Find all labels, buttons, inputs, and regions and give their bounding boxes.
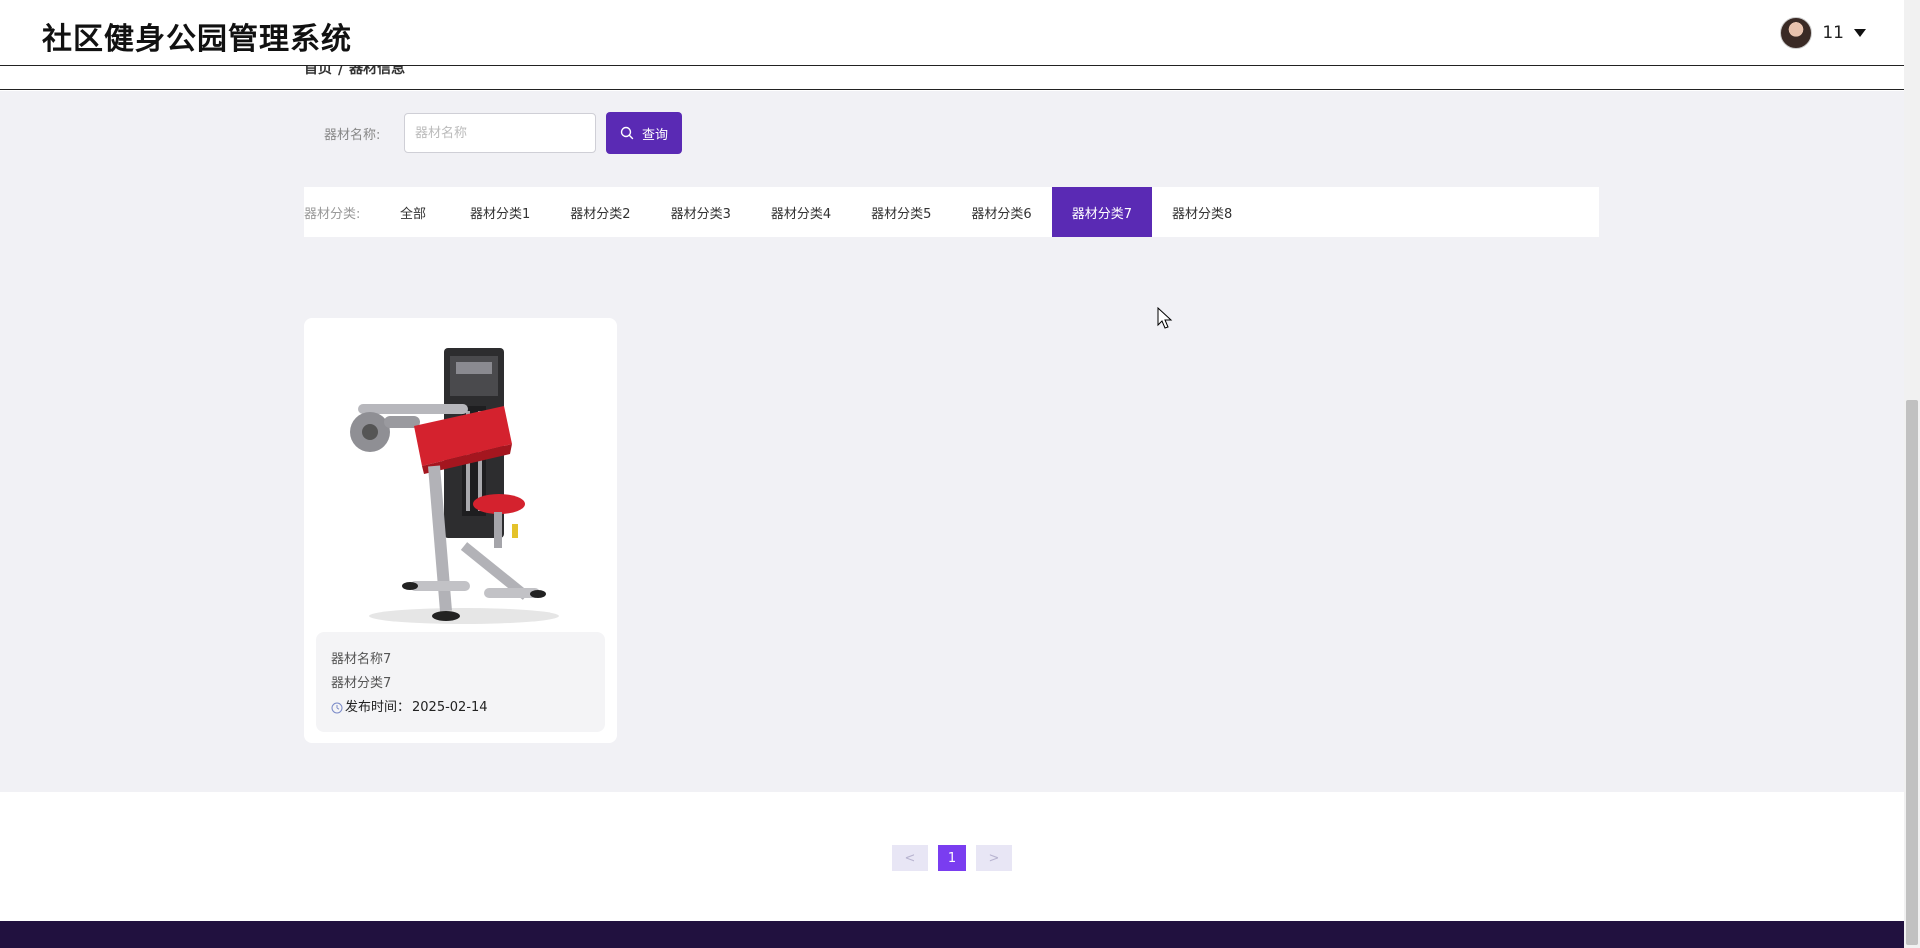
search-label: 器材名称: <box>324 127 381 143</box>
category-filter-bar: 器材分类: 全部 器材分类1 器材分类2 器材分类3 器材分类4 器材分类5 器… <box>304 187 1599 237</box>
category-tab-5[interactable]: 器材分类5 <box>851 187 951 237</box>
search-icon <box>620 126 634 140</box>
breadcrumb-bar: 首页 / 器材信息 <box>0 61 1904 90</box>
search-button[interactable]: 查询 <box>606 112 682 154</box>
category-tab-8[interactable]: 器材分类8 <box>1152 187 1252 237</box>
page-footer <box>0 921 1904 948</box>
scrollbar-thumb[interactable] <box>1906 400 1918 945</box>
equipment-name: 器材名称7 <box>331 652 392 667</box>
top-header: 社区健身公园管理系统 11 <box>0 0 1904 66</box>
mouse-cursor-icon <box>1157 307 1173 329</box>
site-title: 社区健身公园管理系统 <box>42 22 352 57</box>
page-number-current[interactable]: 1 <box>938 845 966 871</box>
publish-date-value: 2025-02-14 <box>412 700 488 715</box>
clock-icon <box>331 702 343 714</box>
category-label: 器材分类: <box>304 206 361 222</box>
equipment-info: 器材名称7 器材分类7 发布时间： 2025-02-14 <box>316 632 605 732</box>
search-form: 器材名称: 查询 <box>324 112 682 154</box>
search-button-label: 查询 <box>641 127 668 143</box>
publish-date-label: 发布时间： <box>345 700 411 715</box>
category-tab-7[interactable]: 器材分类7 <box>1051 187 1152 237</box>
page-next-button[interactable]: > <box>976 845 1012 871</box>
publish-date: 发布时间： 2025-02-14 <box>331 696 590 720</box>
pagination: < 1 > <box>892 845 1012 871</box>
app-root: 社区健身公园管理系统 11 首页 / 器材信息 器材名称: 查询 器材分类: 全… <box>0 0 1920 948</box>
equipment-image[interactable] <box>314 326 607 638</box>
category-tab-3[interactable]: 器材分类3 <box>651 187 751 237</box>
caret-down-icon[interactable] <box>1854 29 1866 37</box>
category-tab-all[interactable]: 全部 <box>400 187 450 237</box>
category-tab-6[interactable]: 器材分类6 <box>951 187 1051 237</box>
search-input[interactable] <box>404 113 596 153</box>
equipment-card[interactable]: 器材名称7 器材分类7 发布时间： 2025-02-14 <box>304 318 617 743</box>
category-tab-4[interactable]: 器材分类4 <box>751 187 851 237</box>
page-prev-button[interactable]: < <box>892 845 928 871</box>
avatar[interactable] <box>1780 17 1813 49</box>
category-tab-1[interactable]: 器材分类1 <box>450 187 550 237</box>
equipment-category: 器材分类7 <box>331 676 392 691</box>
user-menu[interactable]: 11 <box>1780 16 1866 50</box>
user-name[interactable]: 11 <box>1822 23 1844 43</box>
category-tab-2[interactable]: 器材分类2 <box>550 187 650 237</box>
